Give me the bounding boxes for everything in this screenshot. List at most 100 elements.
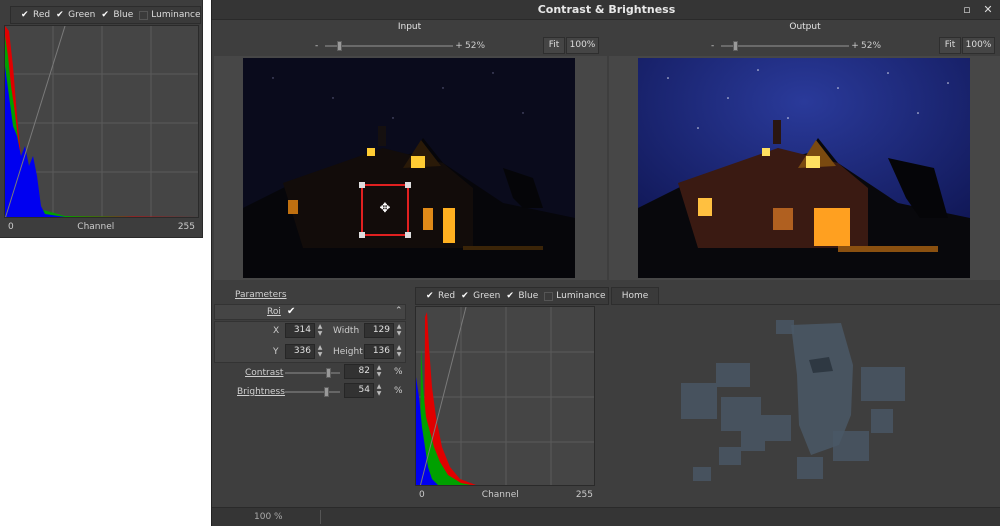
channel-checkbox-bar: ✔ Red ✔ Green ✔ Blue Luminance	[10, 6, 201, 24]
checkmark-icon: ✔	[56, 9, 64, 20]
fit-button[interactable]: Fit	[543, 37, 565, 54]
channel-green-checkbox[interactable]: ✔ Green	[461, 291, 500, 301]
output-photo-scene	[638, 58, 970, 278]
height-spinner[interactable]: ▲ ▼	[395, 344, 403, 359]
input-photo: ✥	[243, 58, 575, 278]
watermark-logo	[681, 320, 905, 481]
roi-handle[interactable]	[405, 232, 411, 238]
title-bar: Contrast & Brightness ▫ ✕	[212, 0, 1000, 20]
width-input[interactable]: 129	[364, 323, 394, 338]
channel-luminance-checkbox[interactable]: Luminance	[544, 291, 606, 301]
roi-handle[interactable]	[405, 182, 411, 188]
brightness-spinner[interactable]: ▲ ▼	[375, 383, 383, 398]
input-viewer: ✥	[214, 56, 607, 280]
histogram-plot	[4, 25, 199, 218]
home-panel: Home	[611, 287, 1000, 503]
close-icon[interactable]: ✕	[980, 2, 996, 18]
output-photo	[638, 58, 970, 278]
roi-handle[interactable]	[359, 182, 365, 188]
brightness-slider[interactable]	[285, 387, 340, 397]
actual-size-button[interactable]: 100%	[962, 37, 995, 54]
fit-button[interactable]: Fit	[939, 37, 961, 54]
roi-row: Roi ✔ ⌃	[214, 304, 406, 320]
histogram-axis-labels: 0 Channel 255	[8, 222, 195, 232]
window-title: Contrast & Brightness	[537, 3, 676, 16]
roi-label: Roi	[267, 307, 281, 317]
y-input[interactable]: 336	[285, 344, 315, 359]
roi-selection-box[interactable]: ✥	[359, 182, 411, 238]
main-window: Contrast & Brightness ▫ ✕ Input - + 52% …	[211, 0, 1000, 526]
zoom-value: 52%	[861, 41, 882, 51]
x-label: X	[273, 326, 280, 336]
channel-green-checkbox[interactable]: ✔ Green	[56, 10, 95, 20]
status-divider	[320, 510, 321, 524]
contrast-unit: %	[394, 367, 403, 377]
tab-home[interactable]: Home	[611, 287, 659, 305]
zoom-plus-button[interactable]: +	[453, 41, 465, 51]
histogram-panel-floating: ✔ Red ✔ Green ✔ Blue Luminance 0 Channel 25…	[0, 0, 203, 238]
zoom-minus-button[interactable]: -	[711, 41, 721, 51]
histogram-red-area	[424, 312, 476, 485]
height-label: Height	[333, 347, 363, 357]
zoom-minus-button[interactable]: -	[315, 41, 325, 51]
status-zoom: 100 %	[254, 512, 283, 522]
input-zoom-row: - + 52%	[315, 38, 495, 54]
histogram-svg	[416, 307, 594, 485]
contrast-input[interactable]: 82	[344, 364, 374, 379]
roi-handle[interactable]	[359, 232, 365, 238]
contrast-spinner[interactable]: ▲ ▼	[375, 364, 383, 379]
checkmark-icon: ✔	[461, 290, 469, 301]
histogram-svg	[5, 26, 198, 217]
brightness-input[interactable]: 54	[344, 383, 374, 398]
brightness-unit: %	[394, 386, 403, 396]
parameters-header[interactable]: Parameters	[235, 290, 287, 300]
channel-checkbox-bar: ✔ Red ✔ Green ✔ Blue Luminance	[415, 287, 609, 305]
unchecked-box-icon	[139, 10, 149, 20]
height-input[interactable]: 136	[364, 344, 394, 359]
slider-thumb[interactable]	[733, 41, 739, 51]
channel-red-checkbox[interactable]: ✔ Red	[21, 10, 50, 20]
input-photo-scene	[243, 58, 575, 278]
checkmark-icon: ✔	[21, 9, 29, 20]
maximize-icon[interactable]: ▫	[959, 2, 975, 18]
contrast-slider[interactable]	[285, 368, 340, 378]
checkmark-icon: ✔	[101, 9, 109, 20]
contrast-label: Contrast	[245, 368, 284, 378]
input-panel-title: Input	[397, 22, 422, 32]
zoom-value: 52%	[465, 41, 486, 51]
x-input[interactable]: 314	[285, 323, 315, 338]
output-zoom-row: - + 52%	[711, 38, 891, 54]
output-zoom-slider[interactable]	[721, 41, 849, 51]
roi-fields: X 314 ▲ ▼ Width 129 ▲ ▼ Y 336 ▲ ▼ Height 13…	[214, 321, 406, 363]
y-label: Y	[273, 347, 279, 357]
width-label: Width	[333, 326, 360, 336]
histogram-plot	[415, 306, 595, 486]
slider-thumb[interactable]	[323, 387, 329, 397]
unchecked-box-icon	[544, 291, 554, 301]
brightness-label: Brightness	[237, 387, 285, 397]
parameters-panel: Parameters Roi ✔ ⌃ X 314 ▲ ▼ Width 129 ▲ ▼…	[214, 287, 406, 503]
output-panel-title: Output	[789, 22, 821, 32]
slider-thumb[interactable]	[337, 41, 343, 51]
move-icon[interactable]: ✥	[377, 201, 393, 217]
zoom-plus-button[interactable]: +	[849, 41, 861, 51]
width-spinner[interactable]: ▲ ▼	[395, 323, 403, 338]
checkmark-icon: ✔	[506, 290, 514, 301]
histogram-panel: ✔ Red ✔ Green ✔ Blue Luminance 0 Channel 25…	[415, 287, 609, 503]
x-spinner[interactable]: ▲ ▼	[316, 323, 324, 338]
actual-size-button[interactable]: 100%	[566, 37, 599, 54]
output-viewer	[609, 56, 1000, 280]
histogram-axis-labels: 0 Channel 255	[419, 490, 593, 500]
channel-blue-checkbox[interactable]: ✔ Blue	[101, 10, 133, 20]
roi-checkbox[interactable]: ✔	[287, 306, 295, 317]
status-bar: 100 %	[212, 507, 1000, 526]
home-content	[611, 304, 1000, 503]
channel-luminance-checkbox[interactable]: Luminance	[139, 10, 201, 20]
channel-red-checkbox[interactable]: ✔ Red	[426, 291, 455, 301]
slider-thumb[interactable]	[326, 368, 331, 378]
channel-blue-checkbox[interactable]: ✔ Blue	[506, 291, 538, 301]
input-zoom-slider[interactable]	[325, 41, 453, 51]
collapse-icon[interactable]: ⌃	[395, 306, 403, 316]
checkmark-icon: ✔	[426, 290, 434, 301]
y-spinner[interactable]: ▲ ▼	[316, 344, 324, 359]
